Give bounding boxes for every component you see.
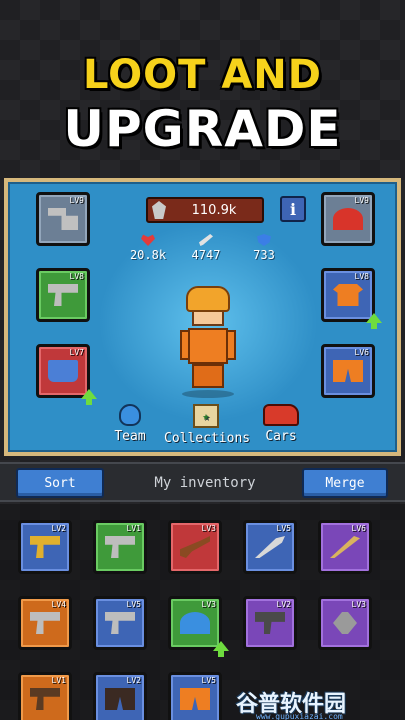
nav-team[interactable]: Team [104, 404, 156, 444]
equip-slot-mug[interactable]: LV7 [36, 344, 97, 405]
pants-icon [105, 688, 135, 710]
slot-level: LV9 [69, 196, 84, 205]
stat-defense-value: 733 [253, 248, 275, 262]
power-icon [152, 201, 166, 219]
inventory-item-pants[interactable]: LV5 [168, 672, 222, 720]
pants-icon [180, 688, 210, 710]
nav-collections-label: Collections [164, 431, 251, 446]
upgrade-arrow-icon [81, 389, 97, 405]
slot-level: LV9 [354, 196, 369, 205]
item-level: LV2 [276, 600, 291, 609]
sword-icon [199, 234, 213, 246]
team-icon [119, 404, 141, 426]
revolver-icon [30, 688, 60, 710]
hat-icon [333, 208, 363, 230]
car-icon [263, 404, 299, 426]
stat-attack-value: 4747 [191, 248, 221, 262]
item-level: LV3 [201, 600, 216, 609]
stat-health: 20.8k [118, 234, 178, 262]
pistol-icon [105, 612, 135, 634]
shirt-icon [333, 284, 363, 306]
merge-button[interactable]: Merge [302, 468, 388, 498]
smg-icon [255, 612, 285, 634]
item-level: LV2 [51, 524, 66, 533]
equip-slot-axe[interactable]: LV9 [36, 192, 90, 246]
item-level: LV5 [126, 600, 141, 609]
inventory-item-pistol[interactable]: LV1 [93, 520, 147, 574]
stat-health-value: 20.8k [129, 248, 167, 262]
item-level: LV2 [126, 676, 141, 685]
slot-level: LV6 [354, 348, 369, 357]
inventory-title: My inventory [154, 475, 256, 491]
item-level: LV3 [351, 600, 366, 609]
equip-slot-hat[interactable]: LV9 [321, 192, 375, 246]
nav-team-label: Team [114, 429, 146, 444]
item-level: LV5 [276, 524, 291, 533]
pants-icon [333, 360, 363, 382]
shield-icon [257, 234, 271, 246]
site-watermark: 谷普软件园 www.gupuxiazai.com [236, 686, 404, 720]
slot-level: LV8 [69, 272, 84, 281]
item-level: LV1 [51, 676, 66, 685]
inventory-item-nailgun[interactable]: LV2 [18, 520, 72, 574]
nav-cars[interactable]: Cars [256, 404, 306, 444]
nailgun-icon [30, 536, 60, 558]
machete-icon [255, 536, 285, 558]
inventory-item-trowel[interactable]: LV3 [318, 596, 372, 650]
equip-slot-pants[interactable]: LV6 [321, 344, 375, 398]
character-panel: LV9 LV8 LV7 LV9 LV8 LV6 110.9k i 20.8k 4… [4, 178, 401, 456]
slot-level: LV7 [69, 348, 84, 357]
inventory-item-shotgun[interactable]: LV3 [168, 520, 222, 574]
inventory-item-pants[interactable]: LV2 [93, 672, 147, 720]
stat-defense: 733 [234, 234, 294, 262]
pistol-icon [30, 612, 60, 634]
equip-slot-pistol[interactable]: LV8 [36, 268, 90, 322]
pistol-icon [105, 536, 135, 558]
inventory-item-pistol[interactable]: LV5 [93, 596, 147, 650]
shotgun-icon [180, 536, 210, 558]
stat-attack: 4747 [176, 234, 236, 262]
item-level: LV3 [201, 524, 216, 533]
nav-cars-label: Cars [265, 429, 297, 444]
inventory-item-revolver[interactable]: LV1 [18, 672, 72, 720]
inventory-item-smg[interactable]: LV2 [243, 596, 297, 650]
inventory-item-machete[interactable]: LV5 [243, 520, 297, 574]
axe-icon [48, 208, 78, 230]
bat-icon [330, 536, 360, 558]
power-badge: 110.9k [146, 197, 264, 223]
equip-slot-shirt[interactable]: LV8 [321, 268, 382, 329]
info-button[interactable]: i [280, 196, 306, 222]
character-avatar [180, 286, 236, 398]
sort-button[interactable]: Sort [16, 468, 104, 498]
collections-icon: ★ [193, 404, 219, 428]
item-level: LV4 [51, 600, 66, 609]
watermark-url: www.gupuxiazai.com [256, 712, 343, 720]
item-level: LV6 [351, 524, 366, 533]
headline-line2: UPGRADE [63, 100, 342, 158]
item-level: LV5 [201, 676, 216, 685]
upgrade-arrow-icon [366, 313, 382, 329]
upgrade-arrow-icon [213, 641, 229, 657]
nav-collections[interactable]: ★ Collections [164, 404, 251, 446]
power-value: 110.9k [191, 202, 237, 218]
slot-level: LV8 [354, 272, 369, 281]
inventory-item-cap[interactable]: LV3 [168, 596, 229, 657]
headline-line1: LOOT AND [83, 52, 322, 98]
trowel-icon [333, 612, 357, 634]
inventory-item-pistol[interactable]: LV4 [18, 596, 72, 650]
item-level: LV1 [126, 524, 141, 533]
inventory-item-bat[interactable]: LV6 [318, 520, 372, 574]
mug-icon [48, 360, 78, 382]
heart-icon [141, 234, 155, 246]
cap-icon [180, 612, 210, 634]
inventory-bar: Sort My inventory Merge [0, 462, 405, 502]
pistol-icon [48, 284, 78, 306]
